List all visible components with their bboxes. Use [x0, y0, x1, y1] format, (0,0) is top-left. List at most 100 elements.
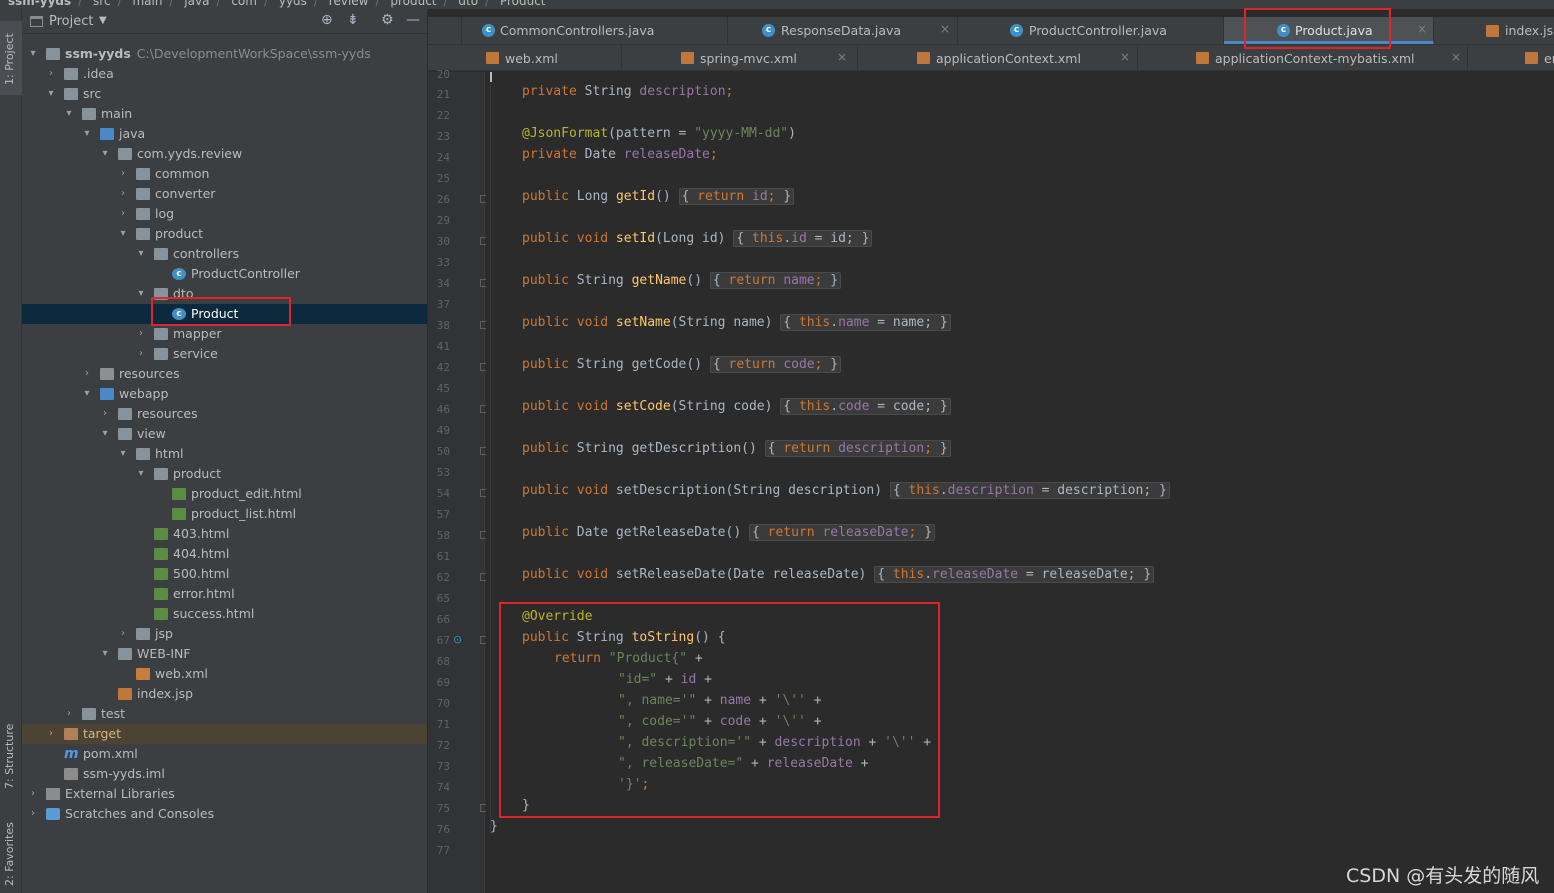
code-line[interactable]: ", code='" + code + '\'' + [618, 712, 822, 732]
tab-index-jsp[interactable]: index.jsp [1434, 17, 1554, 44]
tree-item[interactable]: › resources [22, 364, 427, 384]
close-icon[interactable]: × [940, 22, 950, 36]
code-line[interactable]: public String getCode() { return code; } [522, 355, 842, 375]
tree-item[interactable]: ▾ main [22, 104, 427, 124]
chevron-right-icon[interactable]: › [46, 64, 56, 84]
tree-item[interactable]: › jsp [22, 624, 427, 644]
chevron-right-icon[interactable]: › [118, 164, 128, 184]
tree-item[interactable]: ssm-yyds.iml [22, 764, 427, 784]
tab-application-context[interactable]: applicationContext.xml × [858, 45, 1138, 70]
chevron-down-icon[interactable]: ▾ [28, 44, 38, 64]
chevron-down-icon[interactable]: ▾ [100, 144, 110, 164]
chevron-right-icon[interactable]: › [46, 724, 56, 744]
close-icon[interactable]: × [1417, 22, 1427, 36]
chevron-down-icon[interactable]: ▼ [99, 15, 107, 26]
chevron-right-icon[interactable]: › [64, 704, 74, 724]
chevron-right-icon[interactable]: › [82, 364, 92, 384]
breadcrumb-item[interactable]: product [390, 0, 436, 8]
favorites-tool-label[interactable]: 2: Favorites [3, 822, 16, 886]
chevron-right-icon[interactable]: › [136, 344, 146, 364]
close-icon[interactable]: × [837, 50, 847, 64]
code-line[interactable]: public void setCode(String code) { this.… [522, 397, 951, 417]
tree-item[interactable]: ▾ product [22, 224, 427, 244]
chevron-down-icon[interactable]: ▾ [136, 284, 146, 304]
error-stripe[interactable] [1547, 72, 1554, 893]
collapse-icon[interactable]: ⇟ [347, 12, 359, 28]
tree-item[interactable]: ▾ src [22, 84, 427, 104]
tree-item[interactable]: ▾ view [22, 424, 427, 444]
breadcrumb-item[interactable]: Product [500, 0, 546, 8]
tab-web-xml[interactable]: web.xml [428, 45, 622, 70]
project-tool-label[interactable]: 1: Project [3, 33, 16, 85]
code-line[interactable]: public void setName(String name) { this.… [522, 313, 951, 333]
code-line[interactable]: public Date getReleaseDate() { return re… [522, 523, 936, 543]
gear-icon[interactable]: ⚙ [381, 12, 394, 28]
tree-item[interactable]: ▾ controllers [22, 244, 427, 264]
tab-response-data[interactable]: c ResponseData.java × [728, 17, 958, 44]
tree-item[interactable]: c Product [22, 304, 427, 324]
tree-item[interactable]: 404.html [22, 544, 427, 564]
close-icon[interactable]: × [1120, 50, 1130, 64]
tree-item[interactable]: › target [22, 724, 427, 744]
tree-item[interactable]: ▾ WEB-INF [22, 644, 427, 664]
chevron-down-icon[interactable]: ▾ [118, 444, 128, 464]
minimize-icon[interactable]: — [406, 12, 420, 28]
chevron-right-icon[interactable]: › [28, 784, 38, 804]
code-line[interactable]: ", name='" + name + '\'' + [618, 691, 822, 711]
tree-item[interactable]: ▾ product [22, 464, 427, 484]
tree-item[interactable]: 403.html [22, 524, 427, 544]
tree-item[interactable]: ▾ com.yyds.review [22, 144, 427, 164]
structure-tool-label[interactable]: 7: Structure [3, 724, 16, 789]
tree-item[interactable]: ▾ html [22, 444, 427, 464]
override-icon[interactable]: ⊙ [453, 633, 462, 646]
editor-gutter[interactable]: 20 21 22 23 24 25 26 29 30 33 34 37 38 41 42 45 46 49 50 53… [428, 68, 488, 893]
chevron-down-icon[interactable]: ▾ [82, 384, 92, 404]
chevron-down-icon[interactable]: ▾ [46, 84, 56, 104]
tree-item[interactable]: success.html [22, 604, 427, 624]
tree-item[interactable]: › Scratches and Consoles [22, 804, 427, 824]
tree-item[interactable]: › common [22, 164, 427, 184]
code-line[interactable]: public void setId(Long id) { this.id = i… [522, 229, 873, 249]
chevron-down-icon[interactable]: ▾ [64, 104, 74, 124]
chevron-right-icon[interactable]: › [28, 804, 38, 824]
chevron-down-icon[interactable]: ▾ [100, 644, 110, 664]
chevron-down-icon[interactable]: ▾ [118, 224, 128, 244]
tree-item[interactable]: c ProductController [22, 264, 427, 284]
breadcrumb-item[interactable]: review [329, 0, 369, 8]
chevron-down-icon[interactable]: ▾ [100, 424, 110, 444]
chevron-right-icon[interactable]: › [118, 624, 128, 644]
tab-product-java[interactable]: c Product.java × [1224, 17, 1434, 44]
code-line[interactable]: public void setReleaseDate(Date releaseD… [522, 565, 1155, 585]
code-line[interactable]: ", description='" + description + '\'' + [618, 733, 931, 753]
code-line[interactable]: ", releaseDate=" + releaseDate + [618, 754, 868, 774]
tree-item[interactable]: ▾ java [22, 124, 427, 144]
tree-item[interactable]: product_edit.html [22, 484, 427, 504]
code-line[interactable]: public Long getId() { return id; } [522, 187, 795, 207]
code-line[interactable]: @Override [522, 607, 592, 627]
tree-item[interactable]: › resources [22, 404, 427, 424]
chevron-down-icon[interactable]: ▾ [82, 124, 92, 144]
code-line[interactable]: public String toString() { [522, 628, 726, 648]
tab-overflow[interactable]: er [1468, 45, 1554, 70]
close-icon[interactable]: × [1451, 50, 1461, 64]
code-line[interactable]: } [522, 796, 530, 816]
breadcrumb-item[interactable]: yyds [279, 0, 307, 8]
chevron-right-icon[interactable]: › [100, 404, 110, 424]
chevron-right-icon[interactable]: › [136, 324, 146, 344]
breadcrumb-item[interactable]: src [93, 0, 111, 8]
breadcrumb-item[interactable]: dto [458, 0, 478, 8]
tree-item[interactable]: ▾ dto [22, 284, 427, 304]
tab-common-controllers[interactable]: c CommonControllers.java [462, 17, 728, 44]
code-line[interactable]: public String getName() { return name; } [522, 271, 842, 291]
chevron-down-icon[interactable]: ▾ [136, 464, 146, 484]
tree-root[interactable]: ▾ ssm-yyds C:\DevelopmentWorkSpace\ssm-yy… [22, 44, 427, 64]
tree-item[interactable]: ▾ webapp [22, 384, 427, 404]
tree-item[interactable]: › External Libraries [22, 784, 427, 804]
breadcrumb-item[interactable]: com [231, 0, 257, 8]
code-line[interactable]: private Date releaseDate; [522, 145, 718, 165]
tree-item[interactable]: › mapper [22, 324, 427, 344]
tree-item[interactable]: web.xml [22, 664, 427, 684]
tree-item[interactable]: m pom.xml [22, 744, 427, 764]
code-line[interactable]: public void setDescription(String descri… [522, 481, 1170, 501]
tree-item[interactable]: error.html [22, 584, 427, 604]
